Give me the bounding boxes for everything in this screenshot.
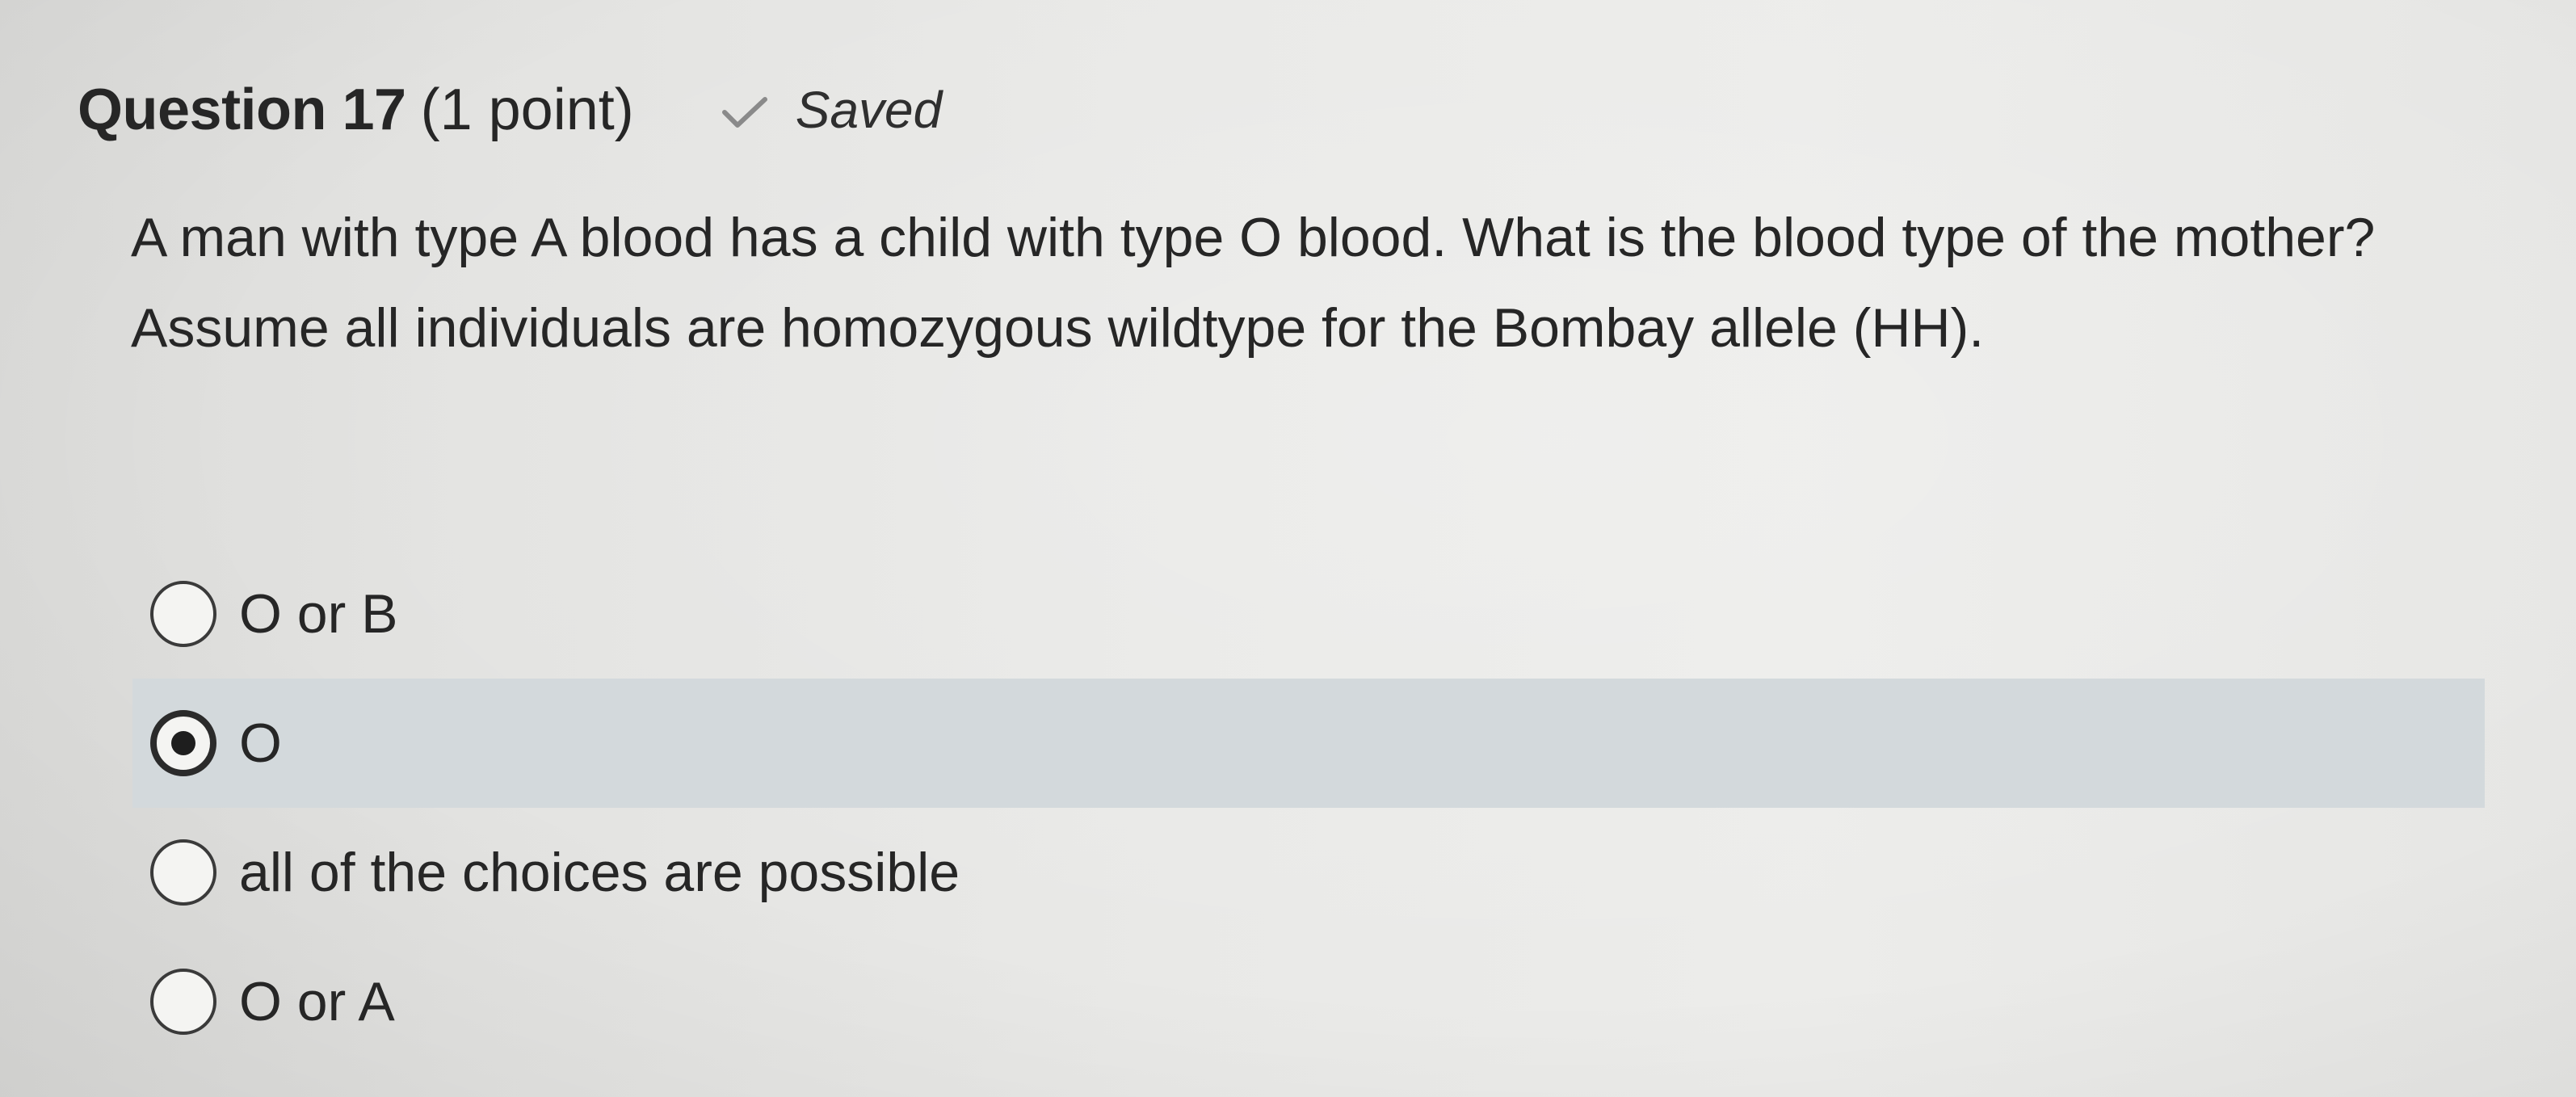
- question-points: (1 point): [420, 78, 634, 142]
- answer-option-all-possible[interactable]: all of the choices are possible: [132, 808, 2475, 937]
- answer-option-label: all of the choices are possible: [239, 842, 960, 903]
- answer-option-label: O or B: [239, 583, 398, 645]
- radio-button[interactable]: [150, 969, 216, 1035]
- radio-button[interactable]: [150, 839, 216, 906]
- radio-button-selected[interactable]: [150, 710, 216, 776]
- question-title: Question 17: [78, 78, 406, 142]
- checkmark-icon: [721, 97, 767, 128]
- answer-option-o[interactable]: O: [132, 679, 2485, 808]
- radio-button[interactable]: [150, 581, 216, 647]
- answer-option-label: O: [239, 712, 282, 774]
- answer-options: O or B O all of the choices are possible…: [132, 549, 2485, 1066]
- radio-selected-dot: [171, 731, 195, 755]
- answer-option-o-or-a[interactable]: O or A: [132, 937, 2475, 1066]
- answer-option-label: O or A: [239, 971, 395, 1032]
- question-header: Question 17 (1 point) Saved: [78, 69, 942, 150]
- saved-status: Saved: [721, 80, 942, 140]
- answer-option-o-or-b[interactable]: O or B: [132, 549, 2475, 679]
- saved-label: Saved: [795, 81, 943, 139]
- question-prompt: A man with type A blood has a child with…: [131, 207, 2376, 359]
